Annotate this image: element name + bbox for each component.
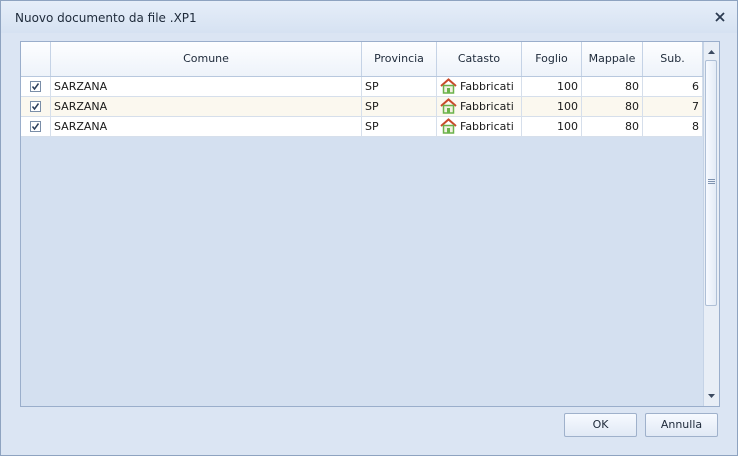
dialog-window: Nuovo documento da file .XP1 Comune Prov… xyxy=(0,0,738,456)
header-foglio[interactable]: Foglio xyxy=(522,42,582,76)
catasto-label: Fabbricati xyxy=(460,80,514,93)
cell-provincia: SP xyxy=(362,77,437,96)
cell-sub: 7 xyxy=(643,97,703,116)
grid-header: Comune Provincia Catasto Foglio Mappale … xyxy=(21,42,703,77)
row-checkbox-cell xyxy=(21,117,51,136)
house-icon xyxy=(440,98,457,116)
table-row[interactable]: SARZANA SP Fabbricati 100 80 6 xyxy=(21,77,703,97)
scroll-up-icon[interactable] xyxy=(704,44,719,60)
cell-catasto: Fabbricati xyxy=(437,117,522,136)
scroll-down-icon[interactable] xyxy=(704,388,719,404)
header-sub[interactable]: Sub. xyxy=(643,42,703,76)
table-row[interactable]: SARZANA SP Fabbricati 100 80 8 xyxy=(21,117,703,137)
header-select[interactable] xyxy=(21,42,51,76)
table-row[interactable]: SARZANA SP Fabbricati 100 80 7 xyxy=(21,97,703,117)
cell-mappale: 80 xyxy=(582,77,643,96)
house-icon xyxy=(440,118,457,136)
cell-catasto: Fabbricati xyxy=(437,77,522,96)
vertical-scrollbar[interactable] xyxy=(703,42,719,406)
window-title: Nuovo documento da file .XP1 xyxy=(15,11,197,25)
cell-sub: 8 xyxy=(643,117,703,136)
cell-provincia: SP xyxy=(362,97,437,116)
scrollbar-thumb[interactable] xyxy=(705,60,717,306)
cell-mappale: 80 xyxy=(582,97,643,116)
row-checkbox[interactable] xyxy=(30,81,41,92)
records-grid: Comune Provincia Catasto Foglio Mappale … xyxy=(20,41,720,407)
header-provincia[interactable]: Provincia xyxy=(362,42,437,76)
cell-mappale: 80 xyxy=(582,117,643,136)
cell-foglio: 100 xyxy=(522,117,582,136)
header-comune[interactable]: Comune xyxy=(51,42,362,76)
header-mappale[interactable]: Mappale xyxy=(582,42,643,76)
ok-button[interactable]: OK xyxy=(564,413,637,437)
row-checkbox-cell xyxy=(21,77,51,96)
cell-catasto: Fabbricati xyxy=(437,97,522,116)
cell-comune: SARZANA xyxy=(51,117,362,136)
row-checkbox[interactable] xyxy=(30,101,41,112)
catasto-label: Fabbricati xyxy=(460,100,514,113)
row-checkbox[interactable] xyxy=(30,121,41,132)
grip-icon xyxy=(708,179,715,184)
row-checkbox-cell xyxy=(21,97,51,116)
house-icon xyxy=(440,78,457,96)
cell-comune: SARZANA xyxy=(51,77,362,96)
close-icon[interactable] xyxy=(713,10,727,24)
catasto-label: Fabbricati xyxy=(460,120,514,133)
cancel-button[interactable]: Annulla xyxy=(645,413,718,437)
cell-foglio: 100 xyxy=(522,77,582,96)
cell-foglio: 100 xyxy=(522,97,582,116)
cell-sub: 6 xyxy=(643,77,703,96)
cell-comune: SARZANA xyxy=(51,97,362,116)
title-bar[interactable]: Nuovo documento da file .XP1 xyxy=(1,1,737,33)
header-catasto[interactable]: Catasto xyxy=(437,42,522,76)
cell-provincia: SP xyxy=(362,117,437,136)
